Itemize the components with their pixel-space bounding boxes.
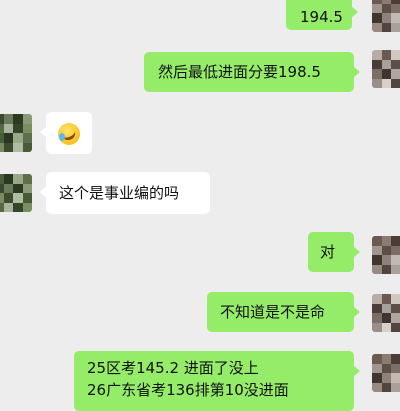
message-text: 这个是事业编的吗 (59, 184, 180, 202)
user-avatar[interactable] (372, 294, 400, 332)
message-text: 对 (320, 243, 336, 261)
message-bubble[interactable]: 这个是事业编的吗 (40, 172, 210, 214)
message-text: 不知道是不是命 (220, 303, 326, 321)
message-bubble[interactable]: 25区考145.2 进面了没上 26广东省考136排第10没进面 (74, 351, 360, 411)
message-text-line-1: 25区考145.2 进面了没上 (87, 359, 259, 377)
user-avatar[interactable] (372, 50, 400, 88)
user-avatar[interactable] (372, 354, 400, 392)
laughing-crying-emoji-icon (58, 122, 80, 145)
message-bubble[interactable]: 对 (308, 232, 360, 272)
user-avatar[interactable] (372, 0, 400, 32)
message-text: 194.5 (300, 8, 343, 26)
message-text-line-2: 26广东省考136排第10没进面 (87, 381, 289, 399)
message-bubble[interactable]: 不知道是不是命 (207, 292, 360, 332)
contact-avatar[interactable] (0, 174, 32, 212)
contact-avatar[interactable] (0, 114, 32, 152)
message-text: 然后最低进面分要198.5 (158, 63, 321, 81)
chat-area: 194.5 然后最低进面分要198.5 这个是事业编的吗 对 不知道是不是命 2… (0, 0, 400, 411)
message-bubble[interactable]: 然后最低进面分要198.5 (144, 52, 360, 92)
message-bubble[interactable]: 194.5 (286, 0, 358, 30)
message-bubble[interactable] (40, 112, 92, 154)
user-avatar[interactable] (372, 236, 400, 274)
